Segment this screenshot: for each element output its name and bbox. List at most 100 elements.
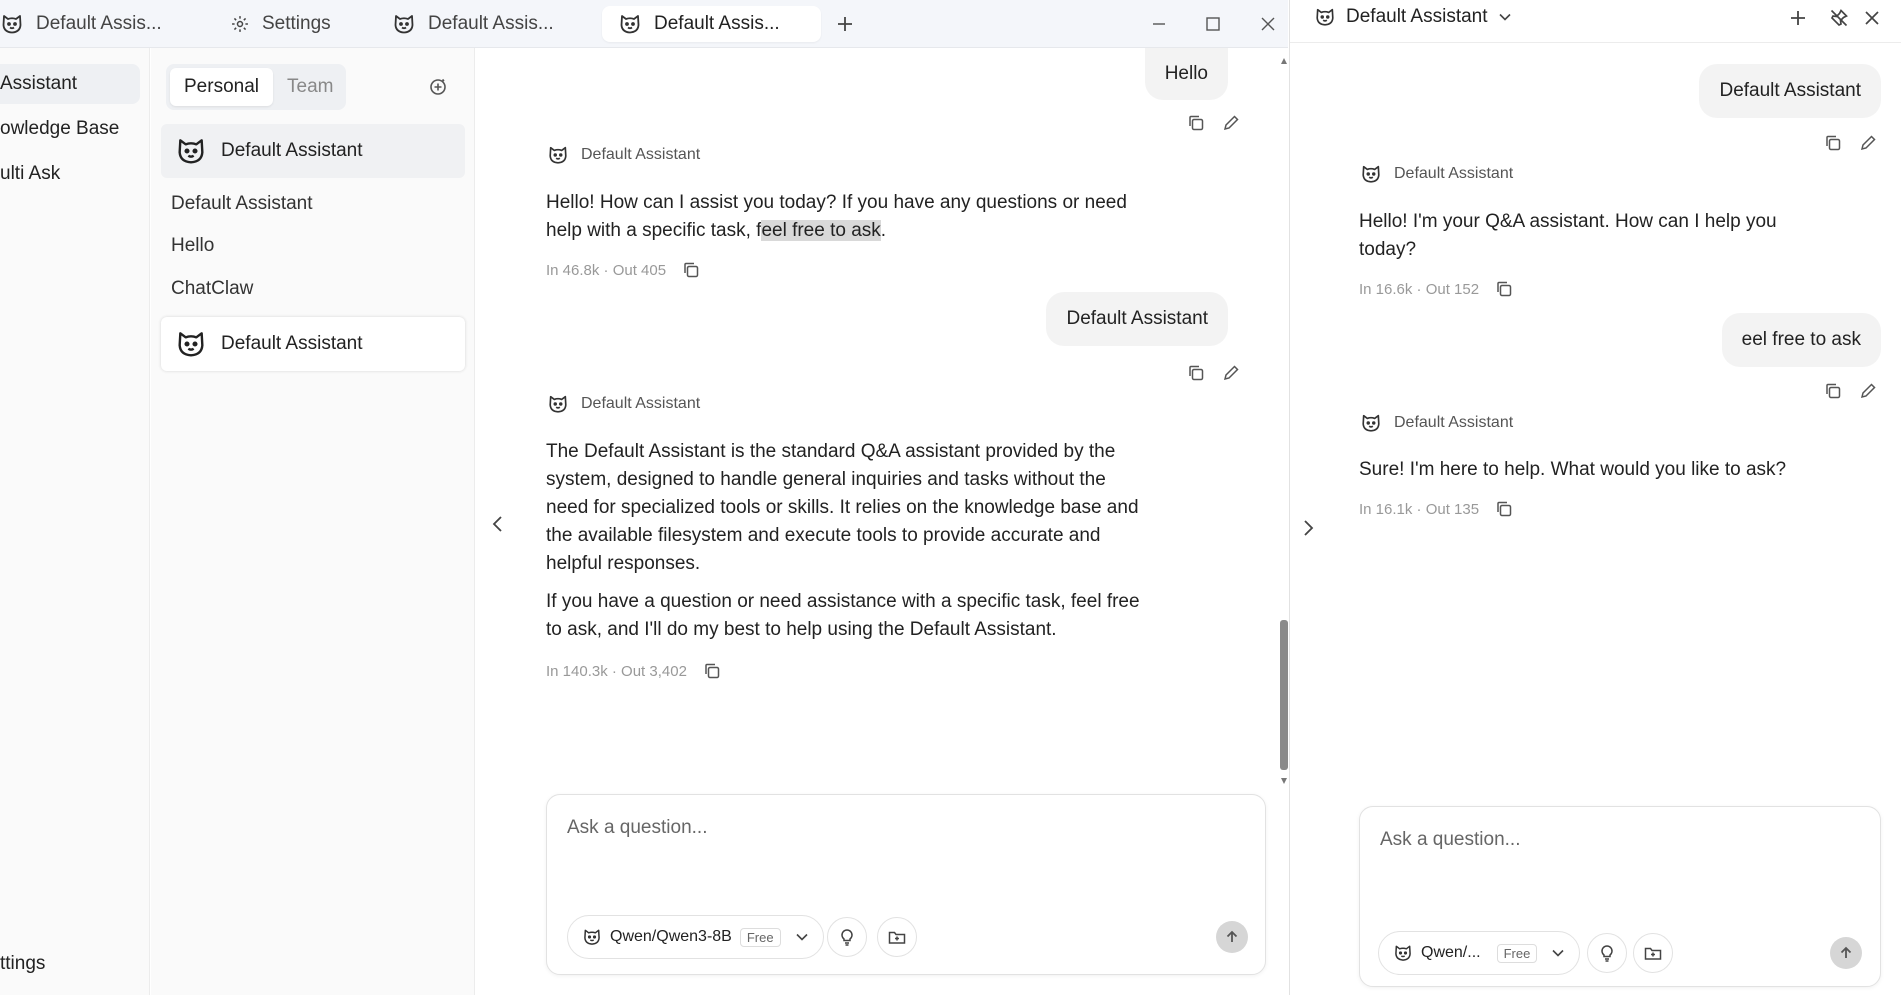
free-badge: Free xyxy=(739,927,781,947)
folder-icon xyxy=(887,927,907,947)
copy-button[interactable] xyxy=(1821,379,1845,403)
nav-item-assistant[interactable]: Assistant xyxy=(0,64,140,104)
maximize-icon xyxy=(1205,16,1221,32)
pencil-icon xyxy=(1222,114,1240,132)
edit-button[interactable] xyxy=(1219,361,1243,385)
left-nav: Assistant owledge Base ulti Ask ttings xyxy=(0,48,150,995)
plus-icon xyxy=(836,15,854,33)
folder-icon xyxy=(1643,943,1663,963)
nav-item-label: Assistant xyxy=(0,73,78,94)
nav-item-multi-ask[interactable]: ulti Ask xyxy=(0,154,140,194)
user-message: Default Assistant xyxy=(1699,64,1881,118)
chevron-down-icon xyxy=(795,932,809,942)
model-name: Qwen/... xyxy=(1421,944,1481,961)
copy-icon xyxy=(1187,364,1205,382)
chat-composer[interactable]: Ask a question... Qwen/Qwen3-8B Free xyxy=(546,794,1266,975)
chevron-left-icon xyxy=(491,515,505,533)
conversation-item[interactable]: Hello xyxy=(171,231,214,261)
tab-default-assistant-active[interactable]: Default Assis... xyxy=(602,6,821,42)
bear-icon xyxy=(1314,6,1336,28)
add-assistant-button[interactable] xyxy=(426,75,450,99)
tab-bar: Default Assis... Settings Default Assis.… xyxy=(0,0,1288,48)
lightbulb-icon xyxy=(837,927,857,947)
copy-icon xyxy=(1824,134,1842,152)
new-chat-button[interactable] xyxy=(1786,6,1810,30)
send-button[interactable] xyxy=(1830,937,1862,969)
attach-folder-button[interactable] xyxy=(1633,933,1673,973)
side-chat-panel: Default Assistant Default Assistant Defa… xyxy=(1289,0,1901,995)
token-stats-text: In 140.3k · Out 3,402 xyxy=(546,662,687,680)
conversation-item[interactable]: Default Assistant xyxy=(171,189,313,219)
unpin-button[interactable] xyxy=(1827,6,1851,30)
bear-icon xyxy=(547,393,569,415)
copy-button[interactable] xyxy=(1821,131,1845,155)
token-stats-text: In 16.6k · Out 152 xyxy=(1359,280,1480,298)
user-message: Default Assistant xyxy=(1046,292,1228,346)
bear-avatar-icon xyxy=(175,328,207,360)
close-window-button[interactable] xyxy=(1250,6,1286,42)
conversation-panel: Personal Team Default Assistant Default … xyxy=(151,48,475,995)
segment-personal[interactable]: Personal xyxy=(170,68,273,106)
thinking-toggle-button[interactable] xyxy=(827,917,867,957)
token-stats-text: In 16.1k · Out 135 xyxy=(1359,500,1480,518)
token-stats: In 46.8k · Out 405 xyxy=(546,261,700,279)
chat-scrollbar[interactable] xyxy=(1280,56,1288,786)
tab-settings[interactable]: Settings xyxy=(230,6,331,42)
copy-button[interactable] xyxy=(1184,111,1208,135)
conversation-item[interactable]: ChatClaw xyxy=(171,274,253,304)
copy-icon[interactable] xyxy=(682,261,700,279)
copy-button[interactable] xyxy=(1184,361,1208,385)
expand-button[interactable] xyxy=(1296,516,1320,540)
pencil-icon xyxy=(1859,134,1877,152)
minimize-button[interactable] xyxy=(1141,6,1177,42)
model-name: Qwen/Qwen3-8B xyxy=(610,928,732,945)
personal-team-toggle: Personal Team xyxy=(166,64,346,110)
maximize-button[interactable] xyxy=(1195,6,1231,42)
close-side-panel-button[interactable] xyxy=(1860,6,1884,30)
minimize-icon xyxy=(1151,16,1167,32)
nav-item-settings[interactable]: ttings xyxy=(0,944,140,984)
side-chat-composer[interactable]: Ask a question... Qwen/... Free xyxy=(1359,806,1881,987)
composer-placeholder[interactable]: Ask a question... xyxy=(567,817,707,839)
token-stats-text: In 46.8k · Out 405 xyxy=(546,261,667,279)
assistant-header: Default Assistant xyxy=(547,393,700,415)
copy-icon xyxy=(1824,382,1842,400)
edit-button[interactable] xyxy=(1219,111,1243,135)
segment-team[interactable]: Team xyxy=(273,68,347,106)
assistant-row-card[interactable]: Default Assistant xyxy=(161,317,465,371)
bear-icon xyxy=(1393,943,1413,963)
side-chat-title: Default Assistant xyxy=(1346,6,1488,27)
bear-icon xyxy=(547,144,569,166)
composer-placeholder[interactable]: Ask a question... xyxy=(1380,829,1520,851)
message-paragraph: If you have a question or need assistanc… xyxy=(546,591,1140,640)
chevron-down-icon xyxy=(1551,948,1565,958)
copy-icon[interactable] xyxy=(1495,500,1513,518)
assistant-name: Default Assistant xyxy=(581,146,701,163)
thinking-toggle-button[interactable] xyxy=(1587,933,1627,973)
assistant-row[interactable]: Default Assistant xyxy=(161,124,465,178)
main-chat-area: Hello Default Assistant Hello! How can I… xyxy=(476,48,1288,995)
edit-button[interactable] xyxy=(1856,379,1880,403)
nav-item-knowledge-base[interactable]: owledge Base xyxy=(0,109,140,149)
assistant-row-label: Default Assistant xyxy=(221,333,363,354)
arrow-up-icon xyxy=(1838,945,1854,961)
bear-icon xyxy=(582,927,602,947)
copy-icon[interactable] xyxy=(1495,280,1513,298)
add-circle-icon xyxy=(428,77,448,97)
model-selector[interactable]: Qwen/Qwen3-8B Free xyxy=(567,915,824,959)
edit-button[interactable] xyxy=(1856,131,1880,155)
tab-label: Default Assis... xyxy=(654,13,780,34)
copy-icon xyxy=(1187,114,1205,132)
model-selector[interactable]: Qwen/... Free xyxy=(1378,931,1581,975)
side-chat-title-dropdown[interactable]: Default Assistant xyxy=(1314,6,1512,28)
assistant-row-label: Default Assistant xyxy=(221,140,363,161)
send-button[interactable] xyxy=(1216,921,1248,953)
tab-default-assistant-2[interactable]: Default Assis... xyxy=(392,6,554,42)
tab-default-assistant-1[interactable]: Default Assis... xyxy=(0,6,162,42)
attach-folder-button[interactable] xyxy=(877,917,917,957)
collapse-sidebar-button[interactable] xyxy=(486,512,510,536)
copy-icon[interactable] xyxy=(703,662,721,680)
bear-icon xyxy=(618,12,642,36)
message-text: . xyxy=(880,220,887,241)
new-tab-button[interactable] xyxy=(827,6,863,42)
